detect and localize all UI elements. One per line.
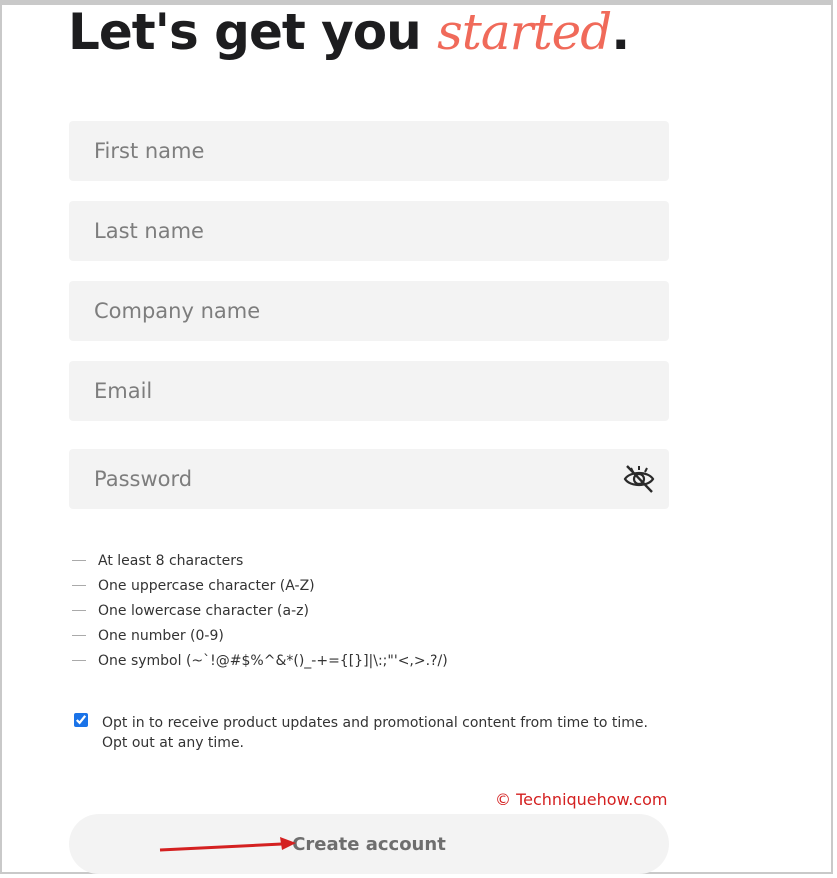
first-name-input[interactable] [69, 121, 669, 181]
optin-line-1: Opt in to receive product updates and pr… [102, 715, 648, 731]
annotation-arrow-icon [159, 837, 296, 852]
rule-dash-icon [72, 560, 86, 561]
email-input[interactable] [69, 361, 669, 421]
title-prefix: Let's get you [68, 3, 438, 61]
password-rule-item: One lowercase character (a-z) [72, 598, 448, 623]
page-title: Let's get you started. [68, 2, 630, 62]
optin-line-2: Opt out at any time. [102, 735, 245, 751]
password-rule-text: One lowercase character (a-z) [98, 602, 309, 619]
last-name-input[interactable] [69, 201, 669, 261]
optin-row: Opt in to receive product updates and pr… [74, 713, 648, 753]
optin-text: Opt in to receive product updates and pr… [102, 713, 648, 753]
first-name-field [69, 121, 669, 181]
title-accent: started [437, 3, 612, 61]
password-rule-text: One symbol (~`!@#$%^&*()_-+={[}]|\:;"'<,… [98, 652, 448, 669]
optin-checkbox[interactable] [74, 713, 88, 727]
watermark-text: © Techniquehow.com [495, 790, 668, 809]
rule-dash-icon [72, 635, 86, 636]
last-name-field [69, 201, 669, 261]
rule-dash-icon [72, 610, 86, 611]
email-field [69, 361, 669, 421]
password-rule-item: One number (0-9) [72, 623, 448, 648]
password-input[interactable] [69, 449, 669, 509]
password-rule-text: At least 8 characters [98, 552, 244, 569]
company-name-input[interactable] [69, 281, 669, 341]
title-suffix: . [611, 3, 630, 61]
rule-dash-icon [72, 585, 86, 586]
password-field [69, 449, 669, 509]
rule-dash-icon [72, 660, 86, 661]
password-rule-item: At least 8 characters [72, 548, 448, 573]
password-rule-text: One uppercase character (A-Z) [98, 577, 315, 594]
company-name-field [69, 281, 669, 341]
password-rule-item: One symbol (~`!@#$%^&*()_-+={[}]|\:;"'<,… [72, 648, 448, 673]
password-rule-text: One number (0-9) [98, 627, 224, 644]
password-rule-item: One uppercase character (A-Z) [72, 573, 448, 598]
password-rules-list: At least 8 characters One uppercase chara… [72, 548, 448, 673]
eye-slash-icon[interactable] [622, 462, 656, 496]
